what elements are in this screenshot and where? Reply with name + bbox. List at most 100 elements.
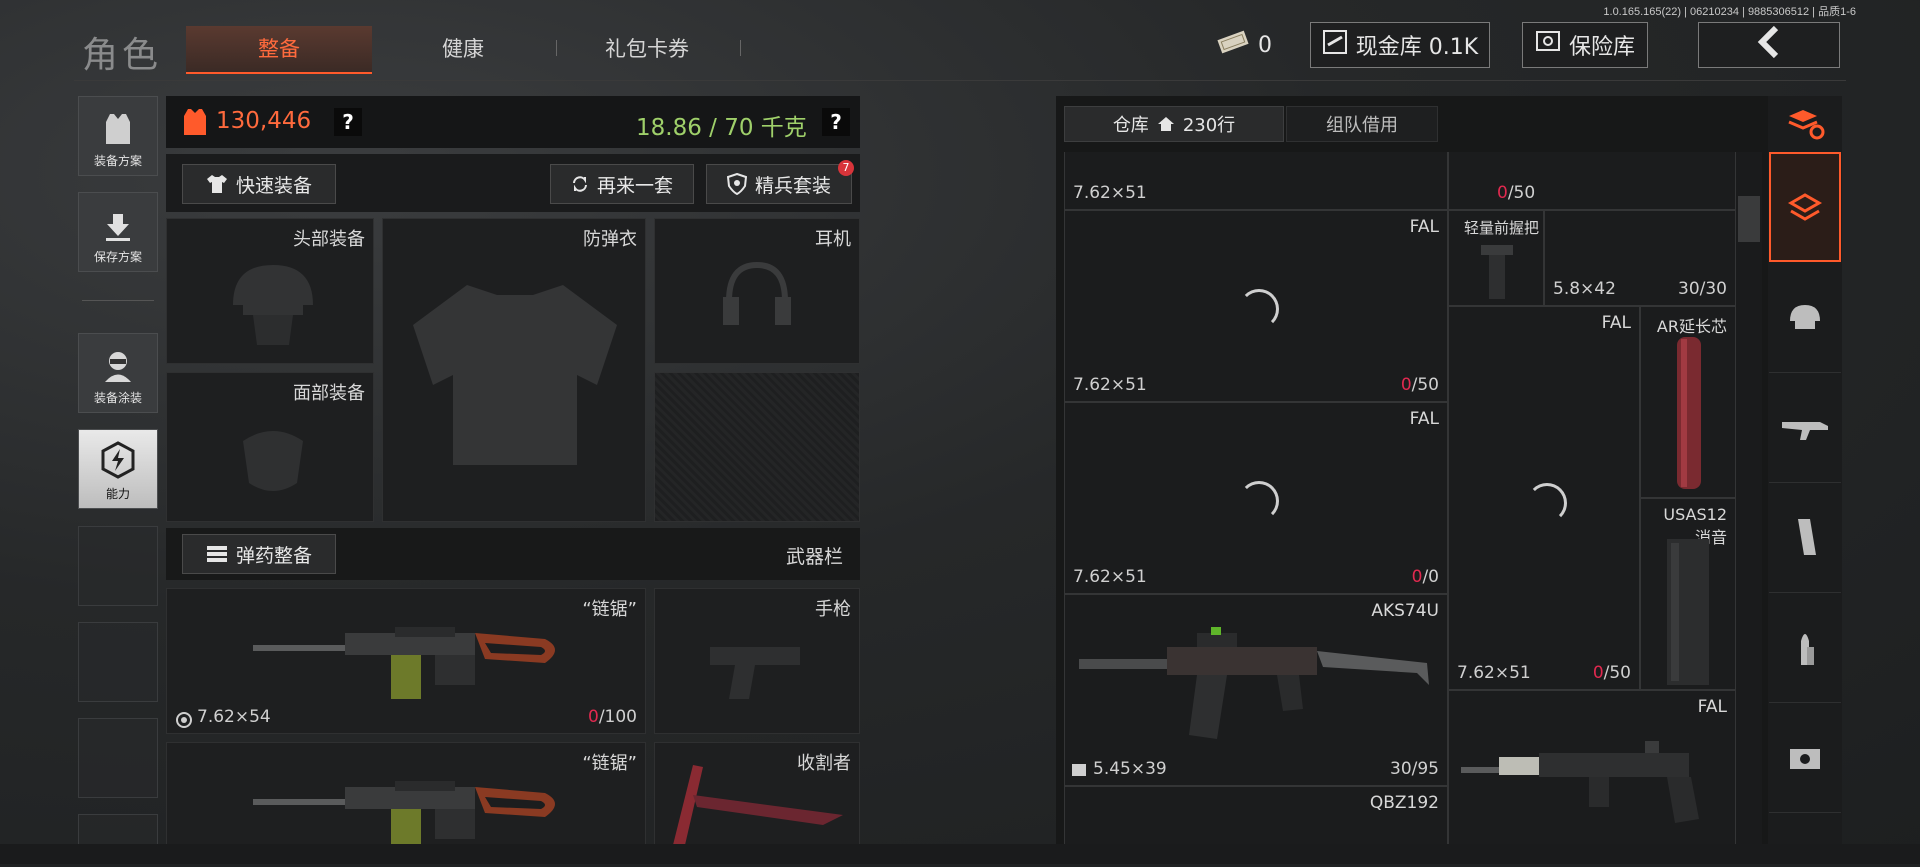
cash-icon <box>1322 29 1348 61</box>
tab-divider <box>740 40 741 56</box>
all-items-icon <box>1787 193 1823 221</box>
sight-icon <box>1790 749 1820 769</box>
item-name: QBZ192 <box>1369 793 1439 813</box>
rail-divider <box>82 300 154 301</box>
lightning-hex-icon <box>101 441 135 479</box>
item-fal[interactable]: FAL 7.62×51 0/50 <box>1448 306 1640 690</box>
rail-empty-slot <box>78 718 158 798</box>
scrollbar-thumb[interactable] <box>1738 196 1760 242</box>
quick-equip-label: 快速装备 <box>235 174 312 197</box>
category-magazine[interactable] <box>1769 482 1841 593</box>
ticket-icon <box>1216 29 1250 61</box>
again-label: 再来一套 <box>596 174 673 197</box>
safe-vault-label: 保险库 <box>1568 35 1635 60</box>
item-ammo: 0/50 <box>1592 663 1631 683</box>
category-ammo[interactable] <box>1769 592 1841 703</box>
box-icon <box>1072 764 1086 776</box>
tab-storage[interactable]: 仓库 230行 <box>1064 106 1284 142</box>
category-rifle[interactable] <box>1769 372 1841 483</box>
warehouse-grid: 7.62×51 0/50 FAL 7.62×51 0/50 轻量前握把 5.8×… <box>1064 152 1736 864</box>
shield-icon <box>726 173 747 195</box>
loadout-value: 130,446 <box>216 108 312 134</box>
barrel-extension-icon <box>1677 337 1701 489</box>
primary-1-caliber: 7.62×54 <box>197 707 271 727</box>
tab-equip[interactable]: 整备 <box>186 26 372 74</box>
value-help-button[interactable]: ? <box>334 108 362 136</box>
slot-head[interactable]: 头部装备 <box>166 218 374 364</box>
elite-set-button[interactable]: 精兵套装 <box>706 164 852 204</box>
back-button[interactable] <box>1698 22 1840 68</box>
version-text: 1.0.165.165(22) | 06210234 | 9885306512 … <box>1603 6 1856 18</box>
ammo-prep-button[interactable]: 弹药整备 <box>182 534 336 574</box>
primary-1-ammo: 0/100 <box>587 707 637 727</box>
item-fal[interactable]: FAL 7.62×51 0/0 <box>1064 402 1448 594</box>
rail-empty-slot <box>78 622 158 702</box>
rail-save-plan[interactable]: 保存方案 <box>78 192 158 272</box>
item-usas-suppressor[interactable]: USAS12 消音 <box>1640 498 1736 690</box>
tab-gift[interactable]: 礼包卡券 <box>564 26 730 72</box>
refresh-icon <box>572 176 587 192</box>
rail-empty-slot <box>78 526 158 606</box>
bullet-icon <box>1801 634 1814 665</box>
again-button[interactable]: 再来一套 <box>550 164 694 204</box>
ammo-prep-label: 弹药整备 <box>235 544 312 567</box>
elite-badge: 7 <box>838 160 854 176</box>
item-aks74u[interactable]: AKS74U 5.45×39 30/95 <box>1064 594 1448 786</box>
headset-icon <box>723 261 791 325</box>
cash-vault-label: 现金库 0.1K <box>1355 35 1479 60</box>
item-ammo: 0/50 <box>1497 183 1536 203</box>
helmet-icon <box>233 265 313 345</box>
slot-pistol[interactable]: 手枪 <box>654 588 860 734</box>
slot-primary-1[interactable]: “链锯” 7.62×54 0/100 <box>166 588 646 734</box>
tab-health[interactable]: 健康 <box>380 26 546 72</box>
item-top-right[interactable]: 0/50 <box>1448 152 1736 210</box>
cash-vault-button[interactable]: 现金库 0.1K <box>1310 22 1490 68</box>
item-ar-extension[interactable]: AR延长芯 <box>1640 306 1736 498</box>
helmet-icon <box>1790 305 1820 329</box>
ticket-counter[interactable]: 0 <box>1206 22 1282 68</box>
category-helmet[interactable] <box>1769 262 1841 373</box>
quick-equip-button[interactable]: 快速装备 <box>182 164 336 204</box>
slot-face-label: 面部装备 <box>293 383 365 404</box>
sort-button[interactable] <box>1769 96 1841 153</box>
stats-bar: 130,446 ? 18.86 / 70 千克 ? <box>166 96 860 148</box>
rifle-icon <box>1782 422 1828 440</box>
category-all[interactable] <box>1769 152 1841 262</box>
slot-armor[interactable]: 防弹衣 <box>382 218 646 522</box>
item-caliber: 5.8×42 <box>1553 279 1616 299</box>
warehouse-scrollbar[interactable] <box>1736 152 1762 864</box>
loading-spinner <box>1239 481 1279 521</box>
vest-icon <box>106 114 130 144</box>
pistol-label: 手枪 <box>815 599 851 620</box>
rail-ability[interactable]: 能力 <box>78 429 158 509</box>
sort-icon <box>1788 110 1825 140</box>
safe-vault-button[interactable]: 保险库 <box>1522 22 1648 68</box>
item-caliber: 7.62×51 <box>1073 375 1147 395</box>
rail-label: 能力 <box>105 487 130 501</box>
slot-headset[interactable]: 耳机 <box>654 218 860 364</box>
item-caliber: 7.62×51 <box>1457 663 1531 683</box>
rifle-icon <box>1461 741 1699 823</box>
item-ammo: 0/0 <box>1411 567 1439 587</box>
item-caliber: 7.62×51 <box>1073 567 1147 587</box>
item-fal[interactable]: FAL <box>1448 690 1736 864</box>
item-ammo-box[interactable]: 5.8×42 30/30 <box>1544 210 1736 306</box>
weight-help-button[interactable]: ? <box>822 108 850 136</box>
item-foregrip[interactable]: 轻量前握把 <box>1448 210 1544 306</box>
item-name: AR延长芯 <box>1656 317 1727 336</box>
machine-gun-icon <box>253 627 555 699</box>
item-ammo: 30/95 <box>1390 759 1439 779</box>
item-fal[interactable]: FAL 7.62×51 0/50 <box>1064 210 1448 402</box>
rail-loadout-plan[interactable]: 装备方案 <box>78 96 158 176</box>
slot-empty <box>654 372 860 522</box>
slot-face[interactable]: 面部装备 <box>166 372 374 522</box>
tab-team-borrow[interactable]: 组队借用 <box>1286 106 1438 142</box>
category-sight[interactable] <box>1769 702 1841 813</box>
slot-armor-label: 防弹衣 <box>583 229 637 250</box>
item-top-left[interactable]: 7.62×51 <box>1064 152 1448 210</box>
storage-rows: 230行 <box>1182 115 1236 136</box>
primary-2-name: “链锯” <box>582 753 637 774</box>
rank-badge-icon <box>176 712 192 728</box>
rail-skin[interactable]: 装备涂装 <box>78 333 158 413</box>
value-vest-icon <box>184 109 206 135</box>
